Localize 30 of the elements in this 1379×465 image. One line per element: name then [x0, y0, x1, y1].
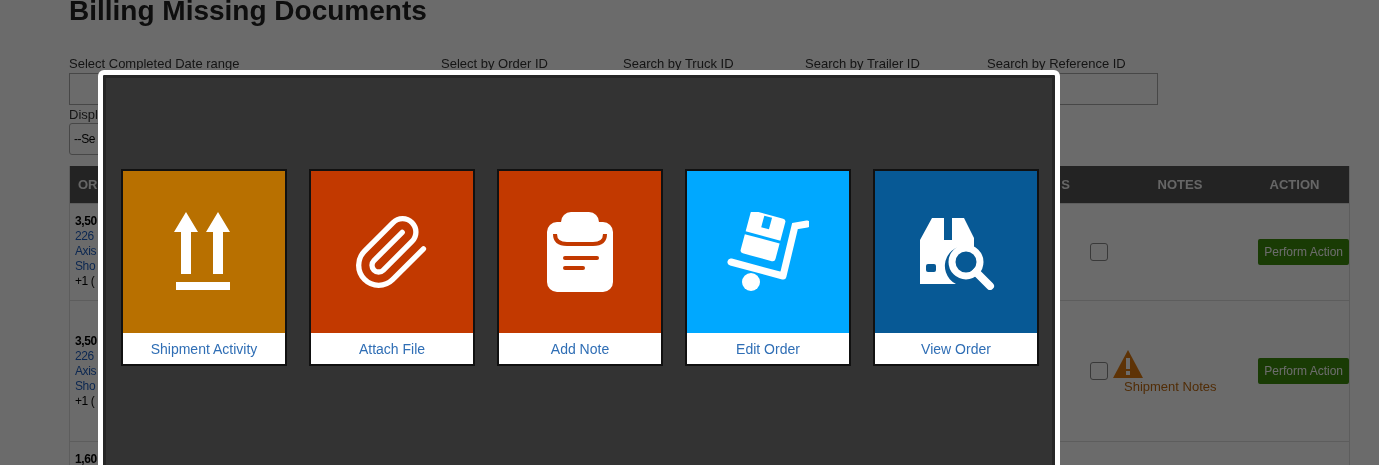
order-text: 3,50	[75, 214, 97, 229]
row-checkbox[interactable]	[1090, 362, 1108, 380]
order-text: 3,50	[75, 333, 97, 349]
action-tile[interactable]: Shipment Activity	[121, 169, 287, 366]
perform-action-button[interactable]: Perform Action	[1258, 239, 1349, 265]
order-link[interactable]: 226	[75, 348, 94, 364]
order-link[interactable]: Sho	[75, 378, 96, 394]
column-header: OR	[77, 177, 99, 192]
action-tile[interactable]: Add Note	[497, 169, 663, 366]
clipboard-icon	[547, 212, 613, 292]
row-checkbox[interactable]	[1090, 243, 1108, 261]
page-title: Billing Missing Documents	[69, 0, 428, 28]
column-header: ACTION	[1268, 177, 1321, 192]
action-tile[interactable]: View Order	[873, 169, 1039, 366]
column-header: S	[1060, 177, 1071, 192]
action-tile[interactable]: Attach File	[309, 169, 475, 366]
order-link[interactable]: Sho	[75, 259, 96, 274]
filter-label: Select Completed Date range	[69, 56, 241, 71]
order-link[interactable]: Axis	[75, 363, 97, 379]
order-text: 1,60	[75, 452, 97, 465]
order-text: +1 (	[75, 274, 95, 289]
order-link[interactable]: 226	[75, 229, 94, 244]
column-header: NOTES	[1156, 177, 1204, 192]
hand-truck-icon	[727, 212, 809, 292]
shipment-notes-link[interactable]: Shipment Notes	[1124, 378, 1217, 394]
perform-action-button[interactable]: Perform Action	[1258, 358, 1349, 384]
action-tile[interactable]: Edit Order	[685, 169, 851, 366]
display-label: Displ	[69, 107, 99, 122]
order-link[interactable]: Axis	[75, 244, 97, 259]
order-text: +1 (	[75, 393, 95, 409]
